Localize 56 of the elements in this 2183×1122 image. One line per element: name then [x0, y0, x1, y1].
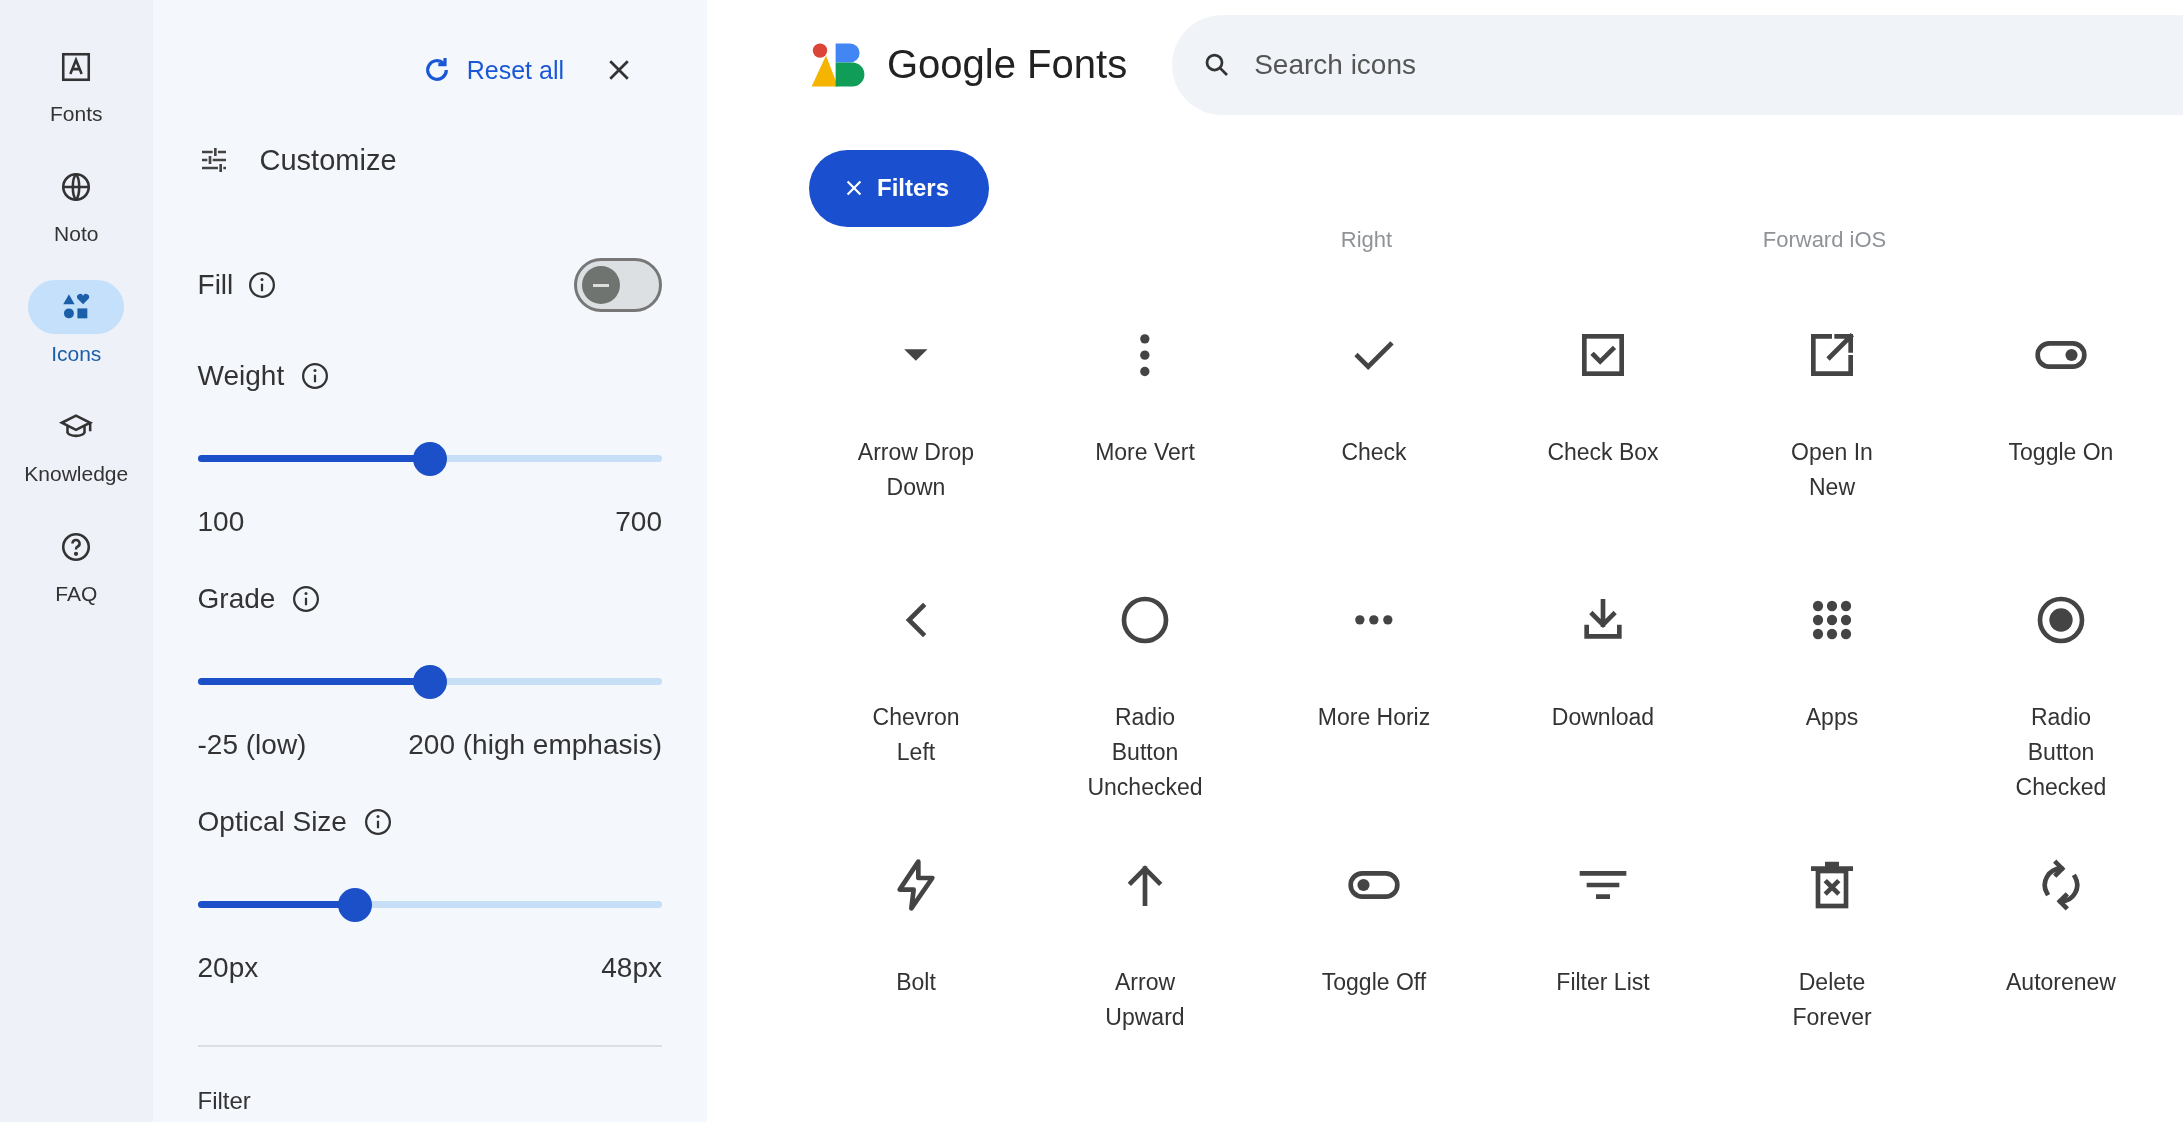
icon-label: Apps — [1804, 703, 1860, 732]
slider-label: Weight — [197, 360, 285, 392]
slider-track[interactable] — [197, 888, 662, 922]
min-value: 20px — [197, 952, 259, 984]
icon-label: Check — [1340, 438, 1408, 467]
logo-icon[interactable] — [809, 40, 867, 89]
search-field[interactable]: Search icons — [1252, 47, 2183, 82]
icon-label: Check Box — [1546, 438, 1660, 467]
max-value: 48px — [601, 952, 662, 984]
min-value: 100 — [197, 506, 245, 538]
filters-button[interactable]: Filters — [809, 149, 990, 227]
icon-label: Arrow Upward — [1104, 968, 1186, 1032]
info-icon[interactable] — [362, 807, 393, 837]
slider-thumb[interactable] — [337, 888, 372, 922]
icon-label: Filter List — [1555, 968, 1651, 997]
fill-toggle[interactable] — [574, 258, 662, 312]
icon-label: More Vert — [1094, 438, 1196, 467]
slider-label: Grade — [197, 583, 276, 615]
arrow-drop-down-icon — [903, 348, 929, 362]
icon-label: Open In New — [1790, 438, 1874, 502]
icon-label: Toggle On — [2007, 438, 2115, 467]
search-bar[interactable]: Search icons — [1172, 14, 2183, 115]
info-icon[interactable] — [291, 584, 322, 614]
info-icon[interactable] — [247, 270, 278, 300]
max-value: 200 (high emphasis) — [408, 729, 662, 761]
icon-label: Forward iOS — [1762, 226, 1887, 254]
icon-label: Bolt — [895, 968, 937, 997]
max-value: 700 — [615, 506, 662, 538]
more-vert-icon — [1139, 332, 1151, 378]
slider-track[interactable] — [197, 442, 662, 476]
more-horiz-icon — [1354, 614, 1394, 626]
icon-label: Delete Forever — [1791, 968, 1873, 1032]
icon-label: Toggle Off — [1320, 968, 1428, 997]
info-icon[interactable] — [300, 361, 331, 391]
icon-label: Arrow Drop Down — [856, 438, 976, 502]
reset-all-button[interactable]: Reset all — [420, 54, 564, 86]
icon-label: Right — [1340, 226, 1393, 254]
slider-thumb[interactable] — [412, 665, 447, 699]
fill-label: Fill — [197, 269, 234, 301]
rail-item[interactable]: Knowledge — [24, 400, 129, 490]
min-value: -25 (low) — [197, 729, 307, 761]
logo-text[interactable]: Google Fonts — [887, 42, 1128, 88]
icon-label: Download — [1550, 703, 1656, 732]
icon-label: More Horiz — [1316, 703, 1432, 732]
icon-label: Chevron Left — [871, 703, 961, 767]
rail-item[interactable]: Fonts — [28, 40, 125, 130]
icon-label: Radio Button Checked — [2014, 703, 2108, 802]
filter-heading: Filter — [197, 1087, 252, 1115]
rail-item[interactable]: Noto — [28, 160, 125, 250]
slider-track[interactable] — [197, 665, 662, 699]
rail-item[interactable]: FAQ — [28, 520, 125, 610]
slider-thumb[interactable] — [412, 442, 447, 476]
icon-label: Radio Button Unchecked — [1086, 703, 1204, 802]
customize-heading: Customize — [259, 143, 397, 177]
icon-label: Autorenew — [2005, 968, 2117, 997]
slider-label: Optical Size — [197, 806, 347, 838]
